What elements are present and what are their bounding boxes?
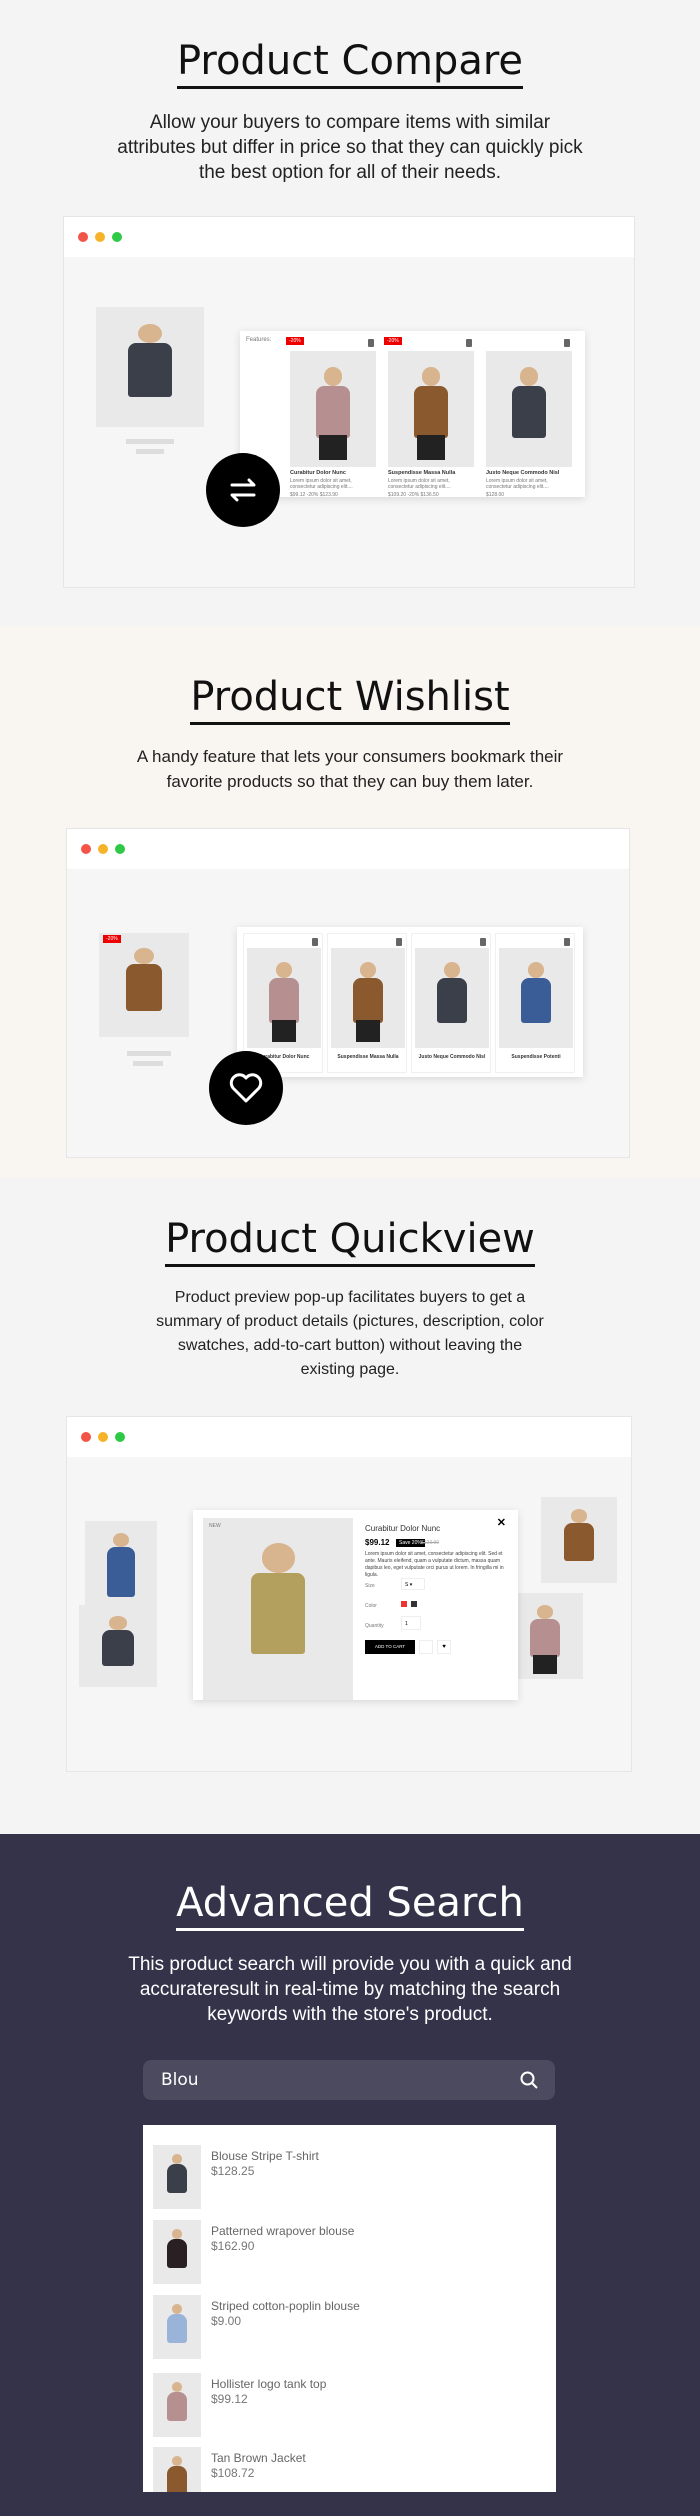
product-name: Curabitur Dolor Nunc: [365, 1524, 441, 1533]
search-result-item[interactable]: Blouse Stripe T-shirt $128.25: [143, 2145, 556, 2215]
search-section: Advanced Search This product search will…: [0, 1834, 700, 2516]
search-result-item[interactable]: Patterned wrapover blouse $162.90: [143, 2220, 556, 2290]
product-image: [96, 307, 204, 427]
wishlist-product-card[interactable]: Suspendisse Potenti: [495, 933, 575, 1073]
search-results: Blouse Stripe T-shirt $128.25 Patterned …: [143, 2125, 556, 2492]
trash-icon[interactable]: [312, 938, 318, 946]
browser-window: Features: -20% Curabitur Dolor Nunc Lore…: [63, 216, 635, 588]
compare-product-card[interactable]: -20% Curabitur Dolor Nunc Lorem ipsum do…: [286, 337, 378, 498]
color-swatch-red[interactable]: [401, 1601, 407, 1607]
add-to-cart-button[interactable]: ADD TO CART: [365, 1640, 415, 1654]
trash-icon[interactable]: [480, 938, 486, 946]
close-button[interactable]: ✕: [497, 1516, 506, 1529]
search-input[interactable]: Blou: [143, 2060, 555, 2100]
result-name: Striped cotton-poplin blouse: [211, 2299, 360, 2313]
section-description: This product search will provide you wit…: [128, 1954, 572, 2025]
product-image: [247, 948, 321, 1048]
product-image: [290, 351, 376, 467]
trash-icon[interactable]: [564, 938, 570, 946]
section-title: Product Quickview: [0, 1216, 700, 1267]
product-thumbnail: [153, 2447, 201, 2492]
search-result-item[interactable]: Striped cotton-poplin blouse $9.00: [143, 2295, 556, 2365]
result-price: $162.90: [211, 2239, 255, 2253]
section-title: Product Wishlist: [0, 674, 700, 725]
wishlist-popup: Curabitur Dolor Nunc Suspendisse Massa N…: [237, 927, 583, 1077]
trash-icon[interactable]: [564, 339, 570, 347]
compare-product-card[interactable]: -20% Suspendisse Massa Nulla Lorem ipsum…: [384, 337, 476, 498]
product-image: [486, 351, 572, 467]
product-image: [415, 948, 489, 1048]
wishlist-section: Product Wishlist A handy feature that le…: [0, 626, 700, 1178]
color-swatch-dark[interactable]: [411, 1601, 417, 1607]
search-result-item[interactable]: Hollister logo tank top $99.12: [143, 2373, 556, 2443]
product-image: [331, 948, 405, 1048]
compare-arrows-icon[interactable]: [206, 453, 280, 527]
product-image: [388, 351, 474, 467]
product-thumbnail: [153, 2295, 201, 2359]
section-title: Advanced Search: [0, 1880, 700, 1931]
size-select[interactable]: S ▾: [401, 1578, 425, 1590]
result-price: $99.12: [211, 2392, 248, 2406]
result-price: $108.72: [211, 2466, 255, 2480]
heart-icon[interactable]: [209, 1051, 283, 1125]
compare-section: Product Compare Allow your buyers to com…: [0, 0, 700, 618]
compare-button[interactable]: [419, 1640, 433, 1654]
result-name: Blouse Stripe T-shirt: [211, 2149, 319, 2163]
trash-icon[interactable]: [396, 938, 402, 946]
product-image: [99, 933, 189, 1037]
browser-window: -20% Curabitur Dolor Nunc Suspendisse Ma…: [66, 828, 630, 1158]
section-description: Allow your buyers to compare items with …: [117, 112, 583, 183]
result-name: Hollister logo tank top: [211, 2377, 327, 2391]
result-name: Patterned wrapover blouse: [211, 2224, 355, 2238]
old-price: $123.90: [421, 1540, 440, 1546]
quickview-section: Product Quickview Product preview pop-up…: [0, 1186, 700, 1832]
section-description: Product preview pop-up facilitates buyer…: [156, 1289, 544, 1378]
trash-icon[interactable]: [466, 339, 472, 347]
trash-icon[interactable]: [368, 339, 374, 347]
product-thumbnail: [153, 2373, 201, 2437]
result-name: Tan Brown Jacket: [211, 2451, 306, 2465]
section-title: Product Compare: [0, 38, 700, 89]
product-thumbnail: [153, 2220, 201, 2284]
wishlist-product-card[interactable]: Suspendisse Massa Nulla: [327, 933, 407, 1073]
wishlist-button[interactable]: ♥: [437, 1640, 451, 1654]
search-result-item[interactable]: Tan Brown Jacket $108.72: [143, 2447, 556, 2492]
compare-product-card[interactable]: Justo Neque Commodo Nisl Lorem ipsum dol…: [482, 337, 574, 498]
result-price: $128.25: [211, 2164, 255, 2178]
wishlist-product-card[interactable]: Justo Neque Commodo Nisl: [411, 933, 491, 1073]
product-description: Lorem ipsum dolor sit amet, consectetur …: [365, 1551, 504, 1578]
result-price: $9.00: [211, 2314, 242, 2328]
product-image: [203, 1518, 353, 1700]
search-icon[interactable]: [519, 2070, 539, 2090]
product-image: [499, 948, 573, 1048]
section-description: A handy feature that lets your consumers…: [136, 747, 564, 791]
product-price: $99.12: [365, 1538, 390, 1547]
quickview-modal: NEW ✕ Curabitur Dolor Nunc $99.12 Save 2…: [193, 1510, 518, 1700]
product-thumbnail: [153, 2145, 201, 2209]
quantity-stepper[interactable]: 1: [401, 1616, 421, 1630]
compare-popup: Features: -20% Curabitur Dolor Nunc Lore…: [240, 331, 585, 498]
